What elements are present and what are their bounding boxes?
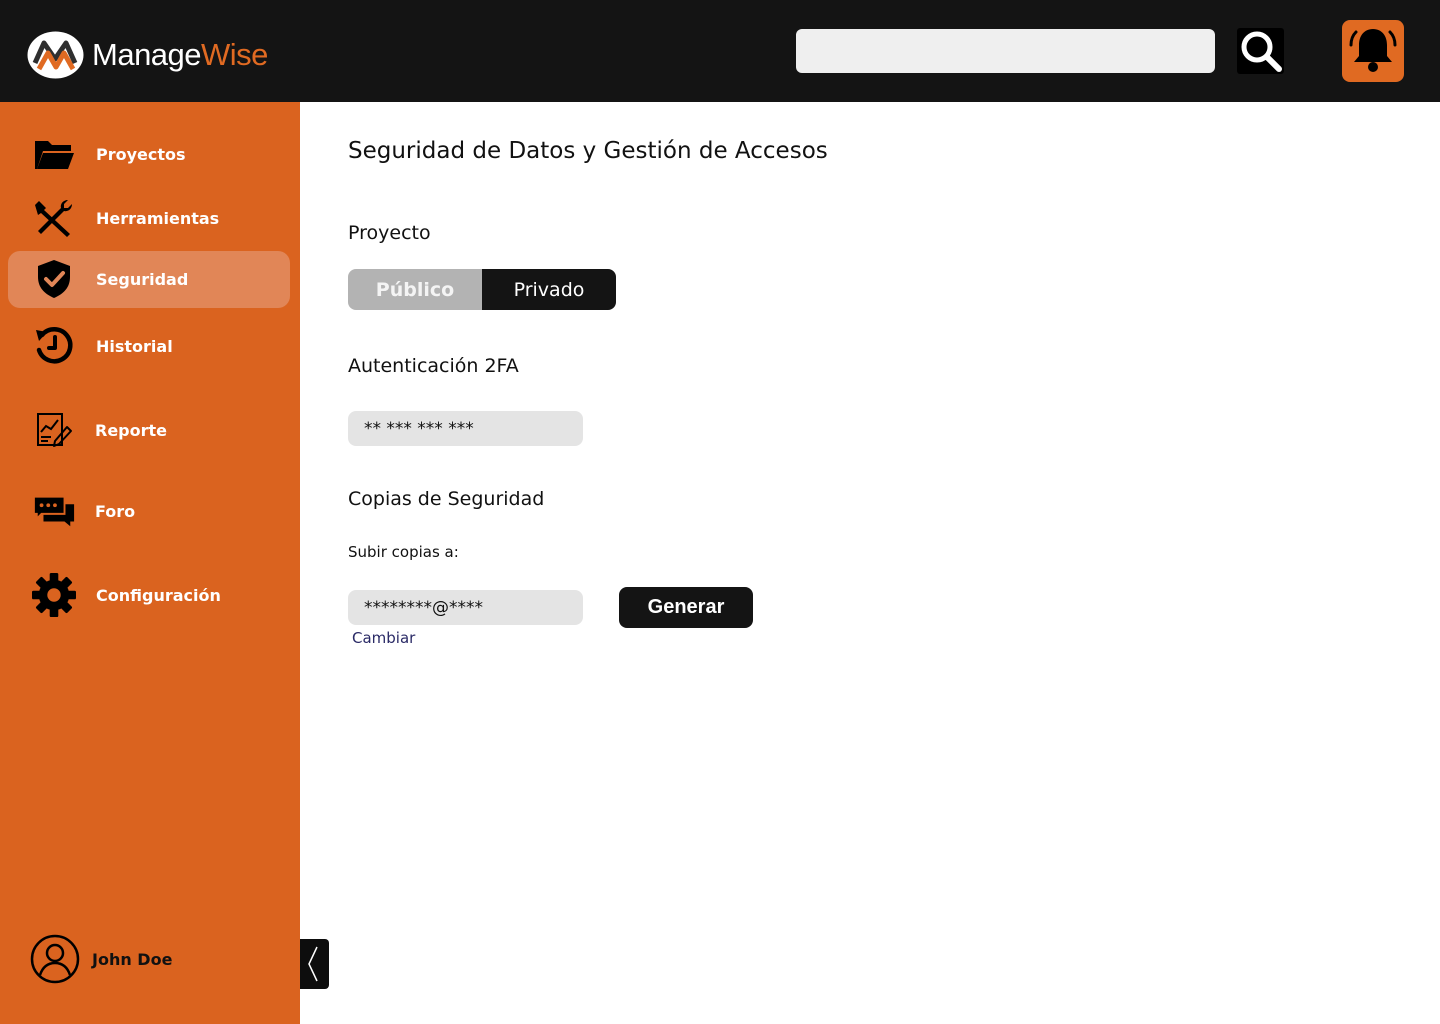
public-option-button[interactable]: Público bbox=[348, 269, 482, 310]
sidebar-item-label: Configuración bbox=[96, 586, 221, 605]
tools-icon bbox=[32, 198, 76, 238]
sidebar-item-configuracion[interactable]: Configuración bbox=[8, 567, 290, 624]
report-icon bbox=[32, 410, 76, 450]
sidebar-item-label: Foro bbox=[95, 502, 136, 521]
backups-heading: Copias de Seguridad bbox=[348, 488, 545, 510]
brand-name-part1: Manage bbox=[92, 37, 202, 72]
notifications-button[interactable] bbox=[1342, 20, 1404, 82]
app-logo[interactable]: ManageWise bbox=[27, 31, 268, 79]
sidebar-item-label: Historial bbox=[96, 337, 173, 356]
top-bar: ManageWise bbox=[0, 0, 1440, 102]
sidebar-item-seguridad[interactable]: Seguridad bbox=[8, 251, 290, 308]
history-icon bbox=[32, 326, 76, 366]
project-visibility-toggle: Público Privado bbox=[348, 269, 616, 310]
chat-icon bbox=[32, 491, 76, 531]
two-factor-phone-field[interactable] bbox=[348, 411, 583, 446]
sidebar: Proyectos Herramientas Seguridad Histori… bbox=[0, 102, 300, 1024]
sidebar-item-historial[interactable]: Historial bbox=[8, 318, 290, 375]
user-icon bbox=[30, 934, 80, 984]
sidebar-item-label: Seguridad bbox=[96, 270, 189, 289]
brand-name-part2: Wise bbox=[201, 37, 268, 72]
shield-check-icon bbox=[32, 259, 76, 299]
generate-button[interactable]: Generar bbox=[619, 587, 753, 628]
sidebar-item-label: Herramientas bbox=[96, 209, 220, 228]
collapse-sidebar-button[interactable] bbox=[300, 939, 329, 989]
upload-backups-label: Subir copias a: bbox=[348, 543, 459, 561]
folder-icon bbox=[32, 134, 76, 174]
sidebar-item-label: Proyectos bbox=[96, 145, 186, 164]
logo-mark-icon bbox=[27, 31, 84, 79]
sidebar-item-herramientas[interactable]: Herramientas bbox=[8, 190, 290, 247]
brand-name: ManageWise bbox=[92, 37, 268, 73]
search-icon bbox=[1241, 31, 1282, 72]
bell-icon bbox=[1349, 29, 1397, 72]
user-name: John Doe bbox=[92, 949, 173, 969]
search-button[interactable] bbox=[1237, 28, 1284, 74]
chevron-left-icon bbox=[308, 946, 318, 982]
user-profile[interactable]: John Doe bbox=[30, 933, 172, 985]
sidebar-item-proyectos[interactable]: Proyectos bbox=[8, 126, 290, 183]
sidebar-item-label: Reporte bbox=[95, 421, 168, 440]
project-visibility-heading: Proyecto bbox=[348, 222, 431, 244]
change-link[interactable]: Cambiar bbox=[352, 629, 415, 647]
sidebar-item-foro[interactable]: Foro bbox=[8, 483, 290, 540]
gear-icon bbox=[32, 573, 76, 617]
search-input[interactable] bbox=[796, 29, 1215, 73]
sidebar-item-reporte[interactable]: Reporte bbox=[8, 402, 290, 459]
two-factor-heading: Autenticación 2FA bbox=[348, 355, 519, 377]
private-option-button[interactable]: Privado bbox=[482, 269, 616, 310]
backup-email-field[interactable] bbox=[348, 590, 583, 625]
page-title: Seguridad de Datos y Gestión de Accesos bbox=[348, 138, 828, 164]
